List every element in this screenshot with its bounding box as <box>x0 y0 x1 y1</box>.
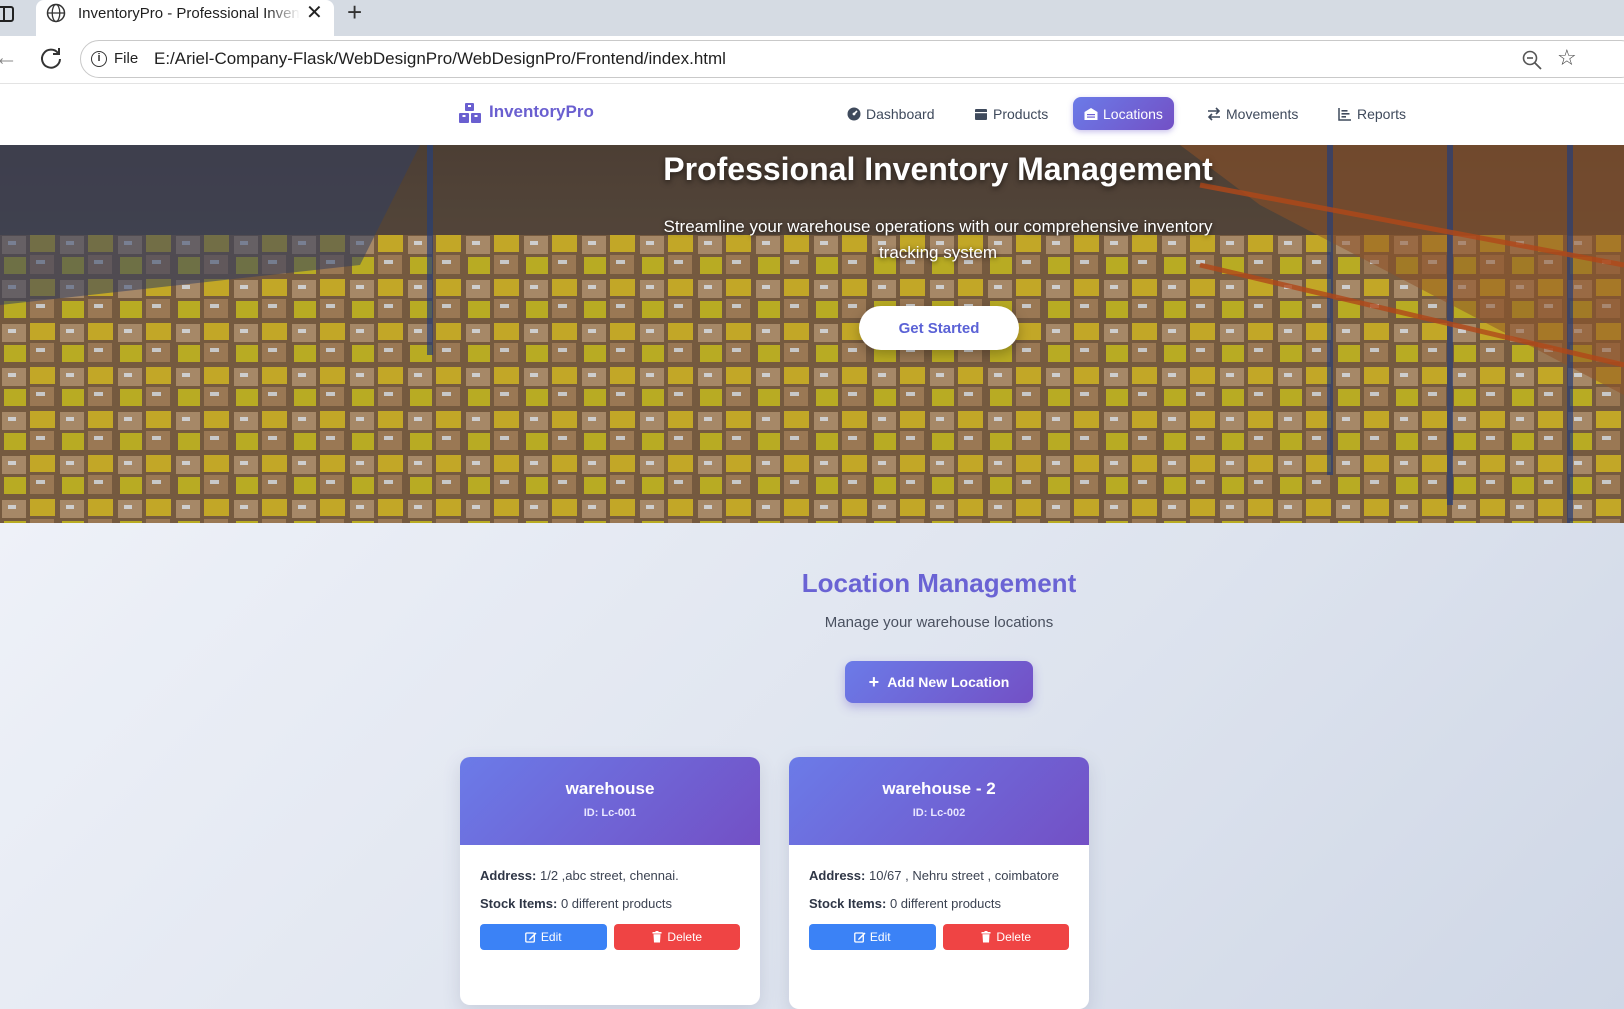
url-text[interactable]: E:/Ariel-Company-Flask/WebDesignPro/WebD… <box>154 49 726 69</box>
app-header: InventoryPro Dashboard Products Location… <box>0 84 1624 145</box>
address-value: 1/2 ,abc street, chennai. <box>539 868 679 883</box>
bookmark-star-icon[interactable]: ☆ <box>1557 47 1577 69</box>
browser-tab-bar: InventoryPro - Professional Inventory Ma… <box>0 0 1624 36</box>
stock-label: Stock Items: <box>480 896 558 911</box>
warehouse-photo <box>0 145 1624 523</box>
edit-button[interactable]: Edit <box>480 924 607 950</box>
address-row: Address: 10/67 , Nehru street , coimbato… <box>809 865 1069 886</box>
tab-title: InventoryPro - Professional Inventory Ma… <box>78 5 300 22</box>
browser-tab[interactable]: InventoryPro - Professional Inventory Ma… <box>36 0 334 36</box>
edit-label: Edit <box>540 929 562 944</box>
address-label: Address: <box>480 868 537 883</box>
trash-icon <box>981 931 991 943</box>
nav-dashboard[interactable]: Dashboard <box>836 97 946 130</box>
edit-button[interactable]: Edit <box>809 924 936 950</box>
nav-products[interactable]: Products <box>963 97 1059 130</box>
delete-label: Delete <box>996 929 1032 944</box>
back-arrow-icon[interactable]: ← <box>0 46 18 70</box>
plus-icon: + <box>868 672 880 692</box>
get-started-button[interactable]: Get Started <box>859 306 1019 350</box>
nav-label: Products <box>993 105 1049 122</box>
edit-label: Edit <box>869 929 891 944</box>
nav-label: Movements <box>1226 105 1299 122</box>
location-card-header: warehouse ID: Lc-001 <box>460 757 760 845</box>
warehouse-icon <box>1084 107 1098 120</box>
nav-label: Reports <box>1357 105 1407 122</box>
location-name: warehouse <box>565 779 655 798</box>
box-icon <box>975 108 987 120</box>
nav-label: Dashboard <box>866 105 935 122</box>
section-title: Location Management <box>801 568 1077 598</box>
hero-title: Professional Inventory Management <box>663 151 1213 187</box>
location-card-body: Address: 10/67 , Nehru street , coimbato… <box>789 845 1089 950</box>
globe-icon <box>46 3 66 23</box>
info-icon[interactable]: i <box>91 51 107 67</box>
nav-movements[interactable]: Movements <box>1196 97 1309 130</box>
delete-button[interactable]: Delete <box>613 924 740 950</box>
card-actions: Edit Delete <box>809 924 1069 950</box>
browser-address-bar: ← i File E:/Ariel-Company-Flask/WebDesig… <box>0 36 1624 84</box>
stock-row: Stock Items: 0 different products <box>480 893 740 914</box>
location-id: ID: Lc-001 <box>583 807 637 819</box>
address-label: Address: <box>809 868 866 883</box>
url-field[interactable]: i File E:/Ariel-Company-Flask/WebDesignP… <box>80 40 1624 78</box>
sidebar-toggle-icon[interactable] <box>0 6 14 22</box>
boxes-logo-icon <box>459 103 481 123</box>
location-management-section: Location Management Manage your warehous… <box>0 523 1624 1009</box>
location-card-body: Address: 1/2 ,abc street, chennai. Stock… <box>460 845 760 950</box>
add-location-label: Add New Location <box>887 674 1010 690</box>
location-card: warehouse - 2 ID: Lc-002 Address: 10/67 … <box>789 757 1089 1009</box>
file-scheme-label: File <box>114 50 139 67</box>
location-name: warehouse - 2 <box>882 779 996 798</box>
location-card: warehouse ID: Lc-001 Address: 1/2 ,abc s… <box>460 757 760 1005</box>
location-id: ID: Lc-002 <box>912 807 966 819</box>
reload-icon[interactable] <box>38 45 64 71</box>
edit-icon <box>854 932 866 943</box>
address-value: 10/67 , Nehru street , coimbatore <box>868 868 1060 883</box>
delete-button[interactable]: Delete <box>942 924 1069 950</box>
close-tab-icon[interactable]: ✕ <box>306 2 323 24</box>
brand-name[interactable]: InventoryPro <box>489 102 594 122</box>
exchange-icon <box>1207 106 1221 121</box>
hero-subtitle: Streamline your warehouse operations wit… <box>663 217 1213 262</box>
nav-label: Locations <box>1103 105 1163 122</box>
section-subtitle: Manage your warehouse locations <box>824 614 1054 631</box>
new-tab-icon[interactable]: + <box>347 0 362 25</box>
hero-section: Professional Inventory Management Stream… <box>0 145 1624 523</box>
zoom-out-icon[interactable] <box>1521 49 1543 71</box>
nav-locations[interactable]: Locations <box>1073 97 1174 130</box>
add-location-button[interactable]: + Add New Location <box>845 661 1033 703</box>
card-actions: Edit Delete <box>480 924 740 950</box>
nav-reports[interactable]: Reports <box>1327 97 1417 130</box>
location-card-header: warehouse - 2 ID: Lc-002 <box>789 757 1089 845</box>
address-row: Address: 1/2 ,abc street, chennai. <box>480 865 740 886</box>
edit-icon <box>525 932 537 943</box>
dashboard-icon <box>847 107 861 120</box>
stock-value: 0 different products <box>560 896 672 911</box>
chart-icon <box>1338 107 1351 121</box>
trash-icon <box>652 931 662 943</box>
delete-label: Delete <box>667 929 703 944</box>
stock-value: 0 different products <box>889 896 1001 911</box>
stock-row: Stock Items: 0 different products <box>809 893 1069 914</box>
stock-label: Stock Items: <box>809 896 887 911</box>
